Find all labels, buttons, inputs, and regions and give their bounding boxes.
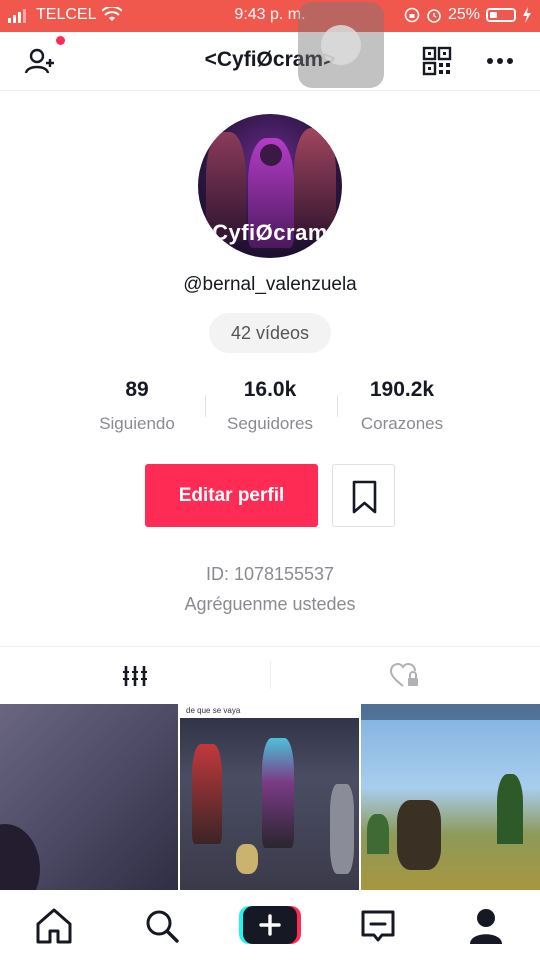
user-id: ID: 1078155537: [205, 564, 335, 584]
qr-code-icon[interactable]: [421, 45, 453, 77]
bio-text: Agréguenme ustedes: [184, 594, 356, 614]
videos-count-badge[interactable]: 42 vídeos: [209, 313, 331, 353]
battery-percent: 25%: [447, 6, 480, 23]
more-icon[interactable]: [484, 45, 516, 77]
alarm-icon: [427, 9, 441, 23]
home-icon[interactable]: [32, 904, 76, 948]
video-thumbnail[interactable]: [361, 704, 540, 890]
notification-dot: [56, 36, 65, 45]
profile-header: <CyfiØcram>: [0, 32, 540, 91]
assistive-touch-overlay[interactable]: [298, 2, 384, 88]
liked-private-icon: [390, 663, 418, 687]
likes-label: Corazones: [360, 414, 444, 433]
video-thumbnail[interactable]: [0, 704, 178, 890]
search-icon[interactable]: [140, 904, 184, 948]
followers-label: Seguidores: [226, 414, 313, 433]
video-thumbnail[interactable]: de que se vaya: [180, 704, 359, 890]
tab-liked[interactable]: [270, 647, 540, 703]
followers-count: 16.0k: [243, 378, 297, 401]
bottom-nav: [0, 890, 540, 960]
likes-count: 190.2k: [369, 378, 435, 401]
create-icon[interactable]: [239, 904, 301, 946]
following-label: Siguiendo: [99, 414, 175, 433]
username: @bernal_valenzuela: [183, 274, 357, 295]
stat-likes[interactable]: 190.2k Corazones: [327, 378, 477, 434]
avatar-overlay-text: CyfiØcram: [212, 220, 328, 245]
status-bar: TELCEL 9:43 p. m. 25%: [0, 0, 540, 32]
charging-icon: [523, 7, 531, 23]
content-tabs: [0, 646, 540, 703]
avatar[interactable]: CyfiØcram: [198, 114, 342, 258]
grid-icon: [123, 666, 147, 686]
tab-videos[interactable]: [0, 647, 270, 703]
thumbnail-caption: de que se vaya: [186, 706, 241, 715]
battery-icon: [486, 8, 516, 22]
following-count: 89: [125, 378, 149, 401]
edit-profile-button[interactable]: Editar perfil: [145, 464, 318, 527]
bookmark-icon: [352, 480, 377, 514]
stat-following[interactable]: 89 Siguiendo: [62, 378, 212, 434]
profile-icon[interactable]: [464, 904, 508, 948]
page-title: <CyfiØcram>: [204, 48, 336, 71]
stat-followers[interactable]: 16.0k Seguidores: [195, 378, 345, 434]
favorites-button[interactable]: [332, 464, 395, 527]
rotation-lock-icon: [404, 7, 420, 23]
inbox-icon[interactable]: [356, 904, 400, 948]
